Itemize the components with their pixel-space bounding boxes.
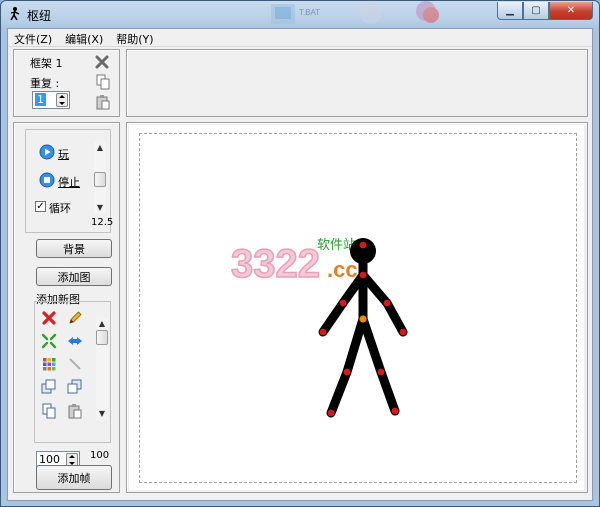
- menu-file[interactable]: 文件(Z): [8, 29, 59, 46]
- close-button[interactable]: ✕: [549, 2, 593, 20]
- menu-edit[interactable]: 编辑(X): [59, 29, 110, 46]
- play-icon[interactable]: [39, 144, 55, 160]
- stick-figure[interactable]: [299, 237, 419, 427]
- window-title: 枢纽: [27, 9, 52, 23]
- edit-figure-pencil-icon[interactable]: [67, 310, 83, 326]
- scroll-up-icon[interactable]: ▲: [94, 142, 106, 154]
- flip-figure-arrow-icon[interactable]: [67, 333, 83, 349]
- disabled-line-tool-icon: [69, 358, 81, 370]
- repeat-label: 重复 :: [30, 77, 60, 90]
- tools-panel: 玩 停止 ✓ 循环 ▲ ▼ 12.5 背景 添加图 添加新图 ▲ ▼ 100 1…: [13, 122, 120, 493]
- menu-bar: 文件(Z) 编辑(X) 帮助(Y): [8, 29, 592, 47]
- figure-size-slider-thumb[interactable]: [96, 330, 108, 345]
- background-button[interactable]: 背景: [36, 239, 112, 258]
- stop-link[interactable]: 停止: [58, 174, 80, 190]
- add-frame-button[interactable]: 添加帧: [36, 465, 112, 490]
- maximize-icon: ▢: [531, 5, 541, 16]
- copy-frame-icon[interactable]: [95, 74, 111, 90]
- animation-canvas[interactable]: 3322 .cc 软件站: [129, 125, 584, 490]
- frame-label: 框架 1: [30, 57, 63, 70]
- play-link[interactable]: 玩: [58, 146, 69, 162]
- bring-forward-icon[interactable]: [41, 379, 57, 395]
- add-image-button[interactable]: 添加图: [36, 267, 112, 286]
- center-figure-arrows-icon[interactable]: [41, 333, 57, 349]
- scroll-down-icon[interactable]: ▼: [94, 202, 106, 214]
- speed-slider[interactable]: ▲ ▼: [94, 142, 106, 214]
- timeline-panel[interactable]: [126, 49, 588, 117]
- copy-figure-icon[interactable]: [41, 403, 57, 419]
- close-icon: ✕: [566, 5, 576, 16]
- maximize-button[interactable]: ▢: [523, 2, 549, 20]
- repeat-stepper[interactable]: 1: [32, 91, 70, 109]
- paste-figure-icon[interactable]: [67, 403, 83, 419]
- window-controls: ▁ ▢ ✕: [497, 2, 593, 20]
- loop-checkbox[interactable]: ✓: [35, 201, 46, 212]
- figure-tools-group: ▲ ▼: [34, 301, 111, 443]
- speed-slider-thumb[interactable]: [94, 172, 106, 187]
- paste-frame-icon[interactable]: [95, 94, 111, 110]
- svg-text:T.BAT: T.BAT: [299, 8, 320, 17]
- scroll-down-icon[interactable]: ▼: [96, 408, 108, 420]
- playback-group: 玩 停止 ✓ 循环 ▲ ▼ 12.5: [25, 129, 114, 233]
- client-area: 文件(Z) 编辑(X) 帮助(Y) 框架 1 重复 : 1 玩 停止 ✓ 循环 …: [7, 28, 593, 501]
- delete-frame-icon[interactable]: [94, 54, 110, 70]
- figure-slider-value: 100: [90, 450, 110, 461]
- figure-root-joint[interactable]: [359, 315, 367, 323]
- minimize-button[interactable]: ▁: [497, 2, 523, 20]
- frame-panel: 框架 1 重复 : 1: [13, 49, 120, 117]
- speed-value: 12.5: [91, 217, 114, 228]
- color-palette-icon[interactable]: [41, 356, 57, 372]
- loop-label: 循环: [49, 202, 71, 215]
- delete-figure-icon[interactable]: [41, 310, 57, 326]
- send-backward-icon[interactable]: [67, 379, 83, 395]
- scroll-up-icon[interactable]: ▲: [96, 318, 108, 330]
- app-window: T.BAT 枢纽 ▁ ▢ ✕ 文件(Z) 编辑(X) 帮助(Y) 框架 1 重复…: [0, 0, 600, 507]
- stop-icon[interactable]: [39, 172, 55, 188]
- repeat-value: 1: [35, 93, 46, 106]
- title-bar-background-icons: T.BAT: [271, 1, 439, 24]
- stepper-arrows-icon[interactable]: [56, 93, 68, 107]
- menu-help[interactable]: 帮助(Y): [110, 29, 160, 46]
- minimize-icon: ▁: [506, 5, 514, 16]
- title-bar[interactable]: T.BAT 枢纽 ▁ ▢ ✕: [1, 1, 599, 28]
- figure-size-slider[interactable]: ▲ ▼: [96, 318, 108, 420]
- stick-figure-app-icon: [10, 7, 20, 21]
